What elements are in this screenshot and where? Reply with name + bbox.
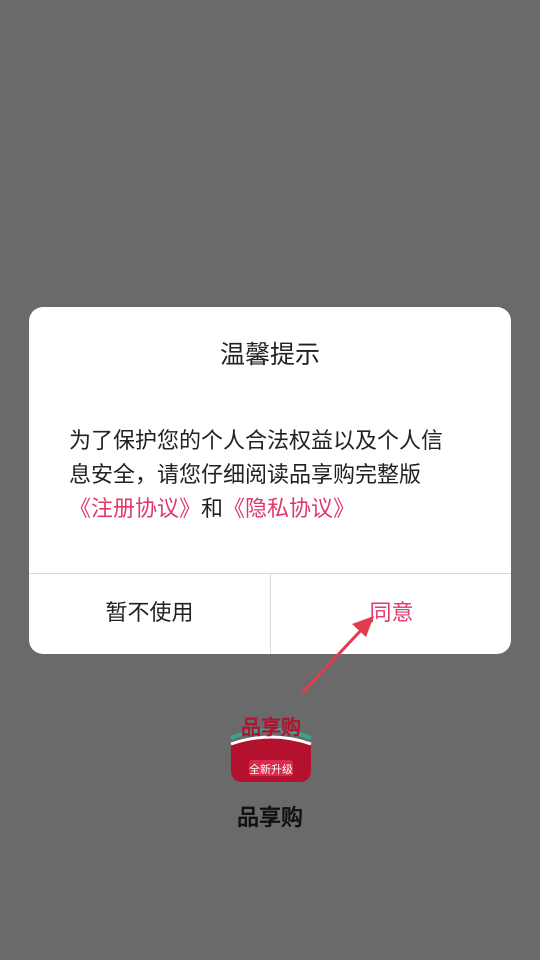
register-agreement-link[interactable]: 《注册协议》 [69,497,201,522]
app-name: 品享购 [236,806,303,831]
dialog-body-line-2: 息安全，请您仔细阅读品享购完整版 [69,463,422,488]
privacy-dialog: 温馨提示 为了保护您的个人合法权益以及个人信 息安全，请您仔细阅读品享购完整版 … [29,307,511,654]
screen: 温馨提示 为了保护您的个人合法权益以及个人信 息安全，请您仔细阅读品享购完整版 … [0,0,540,960]
dialog-links: 《注册协议》和《隐私协议》 [69,493,475,527]
privacy-agreement-link[interactable]: 《隐私协议》 [223,497,355,522]
not-now-button[interactable]: 暂不使用 [29,574,270,654]
app-icon-badge: 全新升级 [249,762,293,776]
app-icon[interactable]: 品享购 全新升级 [229,708,313,782]
app-icon-title: 品享购 [241,715,301,739]
dialog-body: 为了保护您的个人合法权益以及个人信 息安全，请您仔细阅读品享购完整版 《注册协议… [69,425,475,527]
dialog-title: 温馨提示 [219,340,320,369]
agree-button[interactable]: 同意 [271,574,511,654]
dialog-body-line-1: 为了保护您的个人合法权益以及个人信 [69,429,444,454]
and-text: 和 [201,497,224,522]
